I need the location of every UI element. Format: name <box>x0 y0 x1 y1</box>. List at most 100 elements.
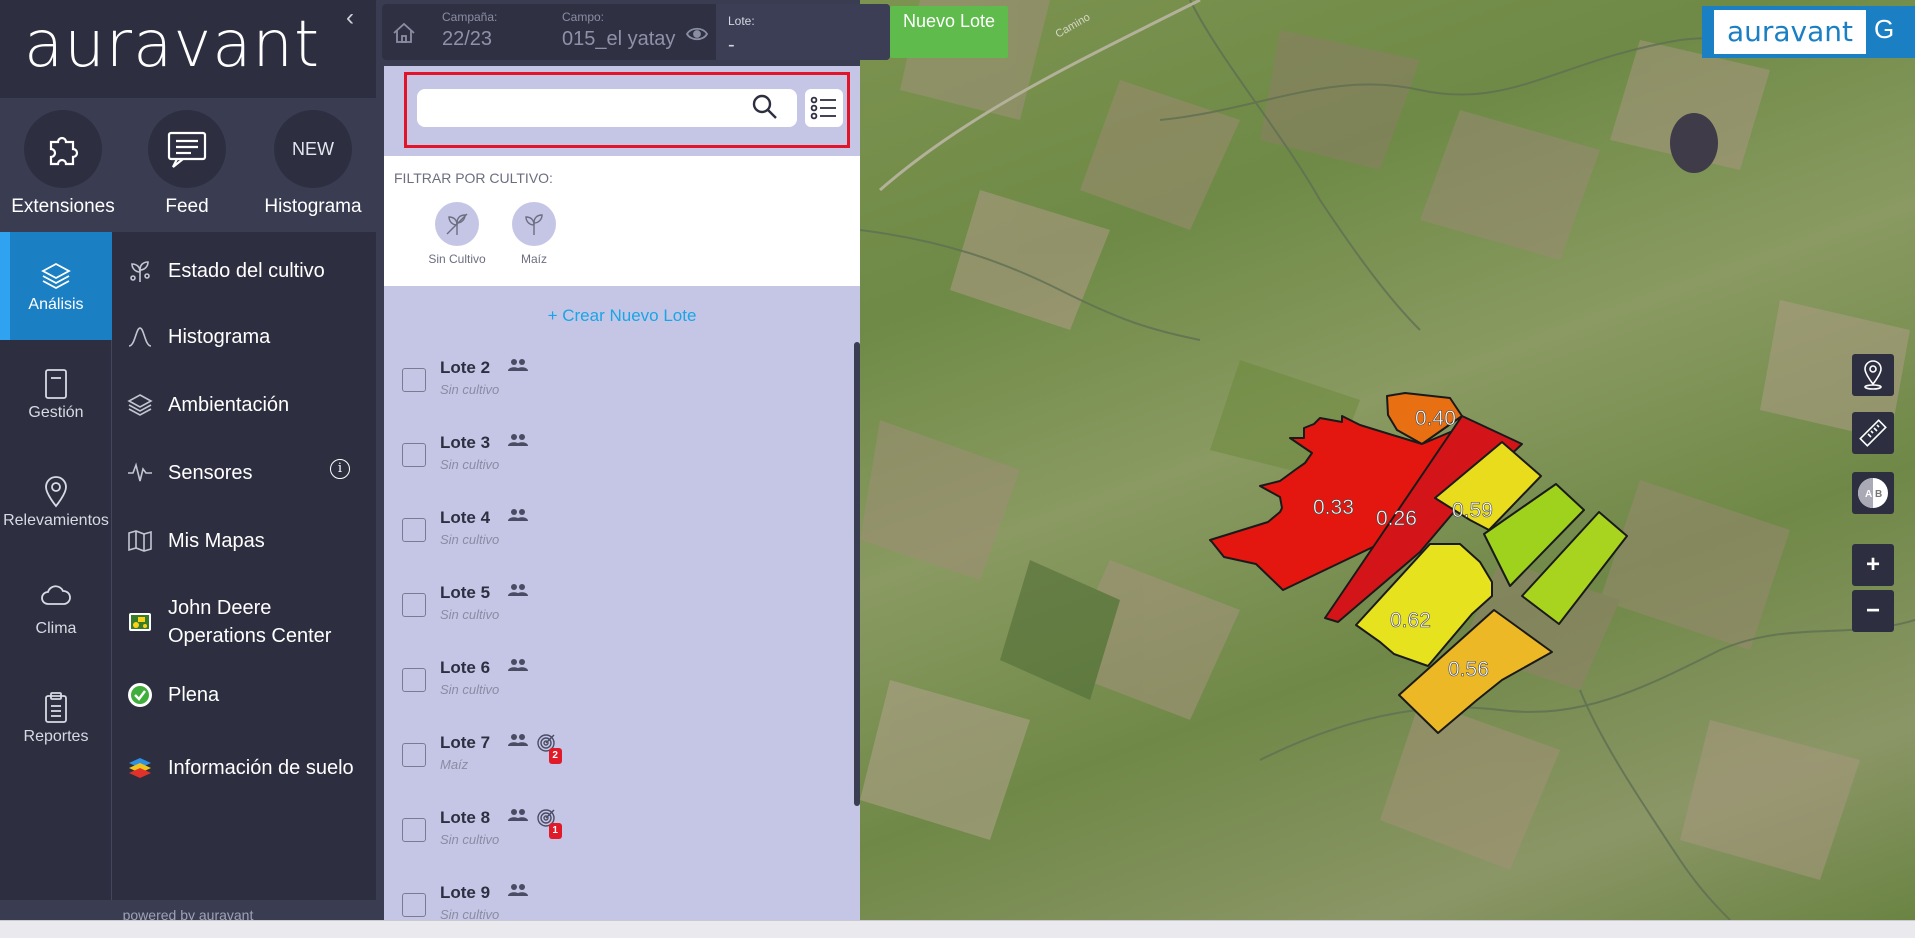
eye-icon[interactable] <box>685 26 709 47</box>
campaign-selector[interactable]: Campaña: 22/23 <box>442 10 497 51</box>
filter-maiz[interactable]: Maíz <box>494 202 574 266</box>
lote-crop: Sin cultivo <box>440 907 500 920</box>
menu-item-ambientacion[interactable]: Ambientación <box>112 388 376 422</box>
rail-item-relevamientos[interactable]: Relevamientos <box>0 448 112 556</box>
lote-row[interactable]: Lote 7 Maíz 2 <box>384 721 844 796</box>
pond <box>1670 113 1718 173</box>
lote-row[interactable]: Lote 9 Sin cultivo <box>384 871 844 920</box>
lote-crop: Sin cultivo <box>440 607 500 622</box>
location-pin-icon <box>1864 360 1882 390</box>
collapse-sidebar-button[interactable]: ‹ <box>346 4 354 32</box>
map-pin-icon <box>0 448 112 508</box>
list-view-button[interactable] <box>805 89 843 127</box>
crop-label: Sin Cultivo <box>428 252 486 266</box>
compare-ab-icon: AB <box>1858 478 1888 508</box>
filter-sin-cultivo[interactable]: Sin Cultivo <box>417 202 497 266</box>
app-root: Camino 0.40 0.33 0.26 0.59 0.62 0.56 aur… <box>0 0 1915 938</box>
rail-item-clima[interactable]: Clima <box>0 556 112 664</box>
feed-button[interactable]: Feed <box>132 110 242 218</box>
rail-item-reportes[interactable]: Reportes <box>0 664 112 772</box>
histogram-new-button[interactable]: NEW Histograma <box>258 110 368 218</box>
field-selector[interactable]: Campo: 015_el yatay <box>562 10 675 51</box>
rail-item-analisis[interactable]: Análisis <box>0 232 112 340</box>
lote-checkbox[interactable] <box>402 893 426 917</box>
info-icon[interactable]: i <box>330 459 350 479</box>
shared-users-icon[interactable] <box>507 433 528 452</box>
lote-search-input[interactable] <box>417 89 797 127</box>
notebook-icon <box>0 340 112 399</box>
field-label-062: 0.62 <box>1390 609 1431 632</box>
notification-badge: 1 <box>548 823 562 839</box>
menu-label: Mis Mapas <box>168 530 265 552</box>
shared-users-icon[interactable] <box>507 508 528 527</box>
lote-row[interactable]: Lote 6 Sin cultivo <box>384 646 844 721</box>
home-icon[interactable] <box>392 22 416 49</box>
shared-users-icon[interactable] <box>507 583 528 602</box>
field-value: 015_el yatay <box>562 28 676 50</box>
lote-row[interactable]: Lote 8 Sin cultivo 1 <box>384 796 844 871</box>
menu-item-sensores[interactable]: Sensores i <box>112 456 376 490</box>
menu-item-informacion-de-suelo[interactable]: Información de suelo <box>112 738 376 798</box>
map-canvas: Camino 0.40 0.33 0.26 0.59 0.62 0.56 <box>860 0 1915 920</box>
rail-label-reportes: Reportes <box>23 728 89 745</box>
lote-checkbox[interactable] <box>402 518 426 542</box>
search-highlight-frame <box>404 72 850 148</box>
lote-checkbox[interactable] <box>402 818 426 842</box>
shared-users-icon[interactable] <box>507 808 528 827</box>
cloud-icon <box>0 556 112 606</box>
main-sidebar: auravant ‹ Extensiones Feed NEW Histogra… <box>0 0 376 920</box>
lote-checkbox[interactable] <box>402 743 426 767</box>
menu-label: Información de suelo <box>168 757 354 779</box>
menu-label: John Deere Operations Center <box>168 597 332 647</box>
field-label-059: 0.59 <box>1452 499 1493 522</box>
shared-users-icon[interactable] <box>507 358 528 377</box>
brand-header: auravant G <box>1702 6 1915 58</box>
menu-item-john-deere[interactable]: John Deere Operations Center <box>112 592 376 652</box>
rail-item-gestion[interactable]: Gestión <box>0 340 112 448</box>
lote-name: Lote 7 <box>440 733 491 752</box>
menu-item-mis-mapas[interactable]: Mis Mapas <box>112 524 376 558</box>
lote-list-scrollbar[interactable] <box>854 342 860 806</box>
create-lote-link[interactable]: + Crear Nuevo Lote <box>384 306 860 326</box>
field-caption: Campo: <box>562 10 605 24</box>
active-indicator <box>0 232 10 340</box>
feed-label: Feed <box>165 196 209 217</box>
menu-item-estado-del-cultivo[interactable]: Estado del cultivo <box>112 254 376 288</box>
extensions-button[interactable]: Extensiones <box>8 110 118 218</box>
lote-row[interactable]: Lote 3 Sin cultivo <box>384 421 844 496</box>
user-avatar[interactable]: G <box>1874 14 1894 45</box>
shared-users-icon[interactable] <box>507 883 528 902</box>
lote-checkbox[interactable] <box>402 668 426 692</box>
location-pin-button[interactable] <box>1852 354 1894 396</box>
measure-ruler-button[interactable] <box>1852 412 1894 454</box>
zoom-out-button[interactable]: − <box>1852 590 1894 632</box>
compare-ab-button[interactable]: AB <box>1852 472 1894 514</box>
lote-name: Lote 4 <box>440 508 491 527</box>
lote-crop: Sin cultivo <box>440 832 500 847</box>
new-lote-button[interactable]: Nuevo Lote <box>890 6 1008 58</box>
satellite-map[interactable]: Camino 0.40 0.33 0.26 0.59 0.62 0.56 <box>860 0 1915 920</box>
lote-checkbox[interactable] <box>402 443 426 467</box>
menu-item-histograma[interactable]: Histograma <box>112 320 376 354</box>
lote-selector[interactable]: Lote: - <box>716 4 890 60</box>
rail-label-gestion: Gestión <box>28 404 84 421</box>
shared-users-icon[interactable] <box>507 733 528 752</box>
shared-users-icon[interactable] <box>507 658 528 677</box>
lote-caption: Lote: <box>728 14 755 28</box>
lote-row[interactable]: Lote 4 Sin cultivo <box>384 496 844 571</box>
monitoring-target-icon[interactable]: 2 <box>536 733 562 764</box>
lote-row[interactable]: Lote 5 Sin cultivo <box>384 571 844 646</box>
field-label-056: 0.56 <box>1448 658 1489 681</box>
search-icon[interactable] <box>751 93 779 126</box>
lote-checkbox[interactable] <box>402 593 426 617</box>
zoom-in-button[interactable]: + <box>1852 544 1894 586</box>
lote-row[interactable]: Lote 2 Sin cultivo <box>384 346 844 421</box>
module-rail: Análisis Gestión Relevamientos Clima Rep… <box>0 232 112 920</box>
monitoring-target-icon[interactable]: 1 <box>536 808 562 839</box>
lote-crop: Sin cultivo <box>440 457 500 472</box>
check-circle-icon <box>112 682 168 708</box>
menu-item-plena[interactable]: Plena <box>112 678 376 712</box>
lote-checkbox[interactable] <box>402 368 426 392</box>
lote-value: - <box>728 34 735 56</box>
plant-icon <box>112 258 168 284</box>
